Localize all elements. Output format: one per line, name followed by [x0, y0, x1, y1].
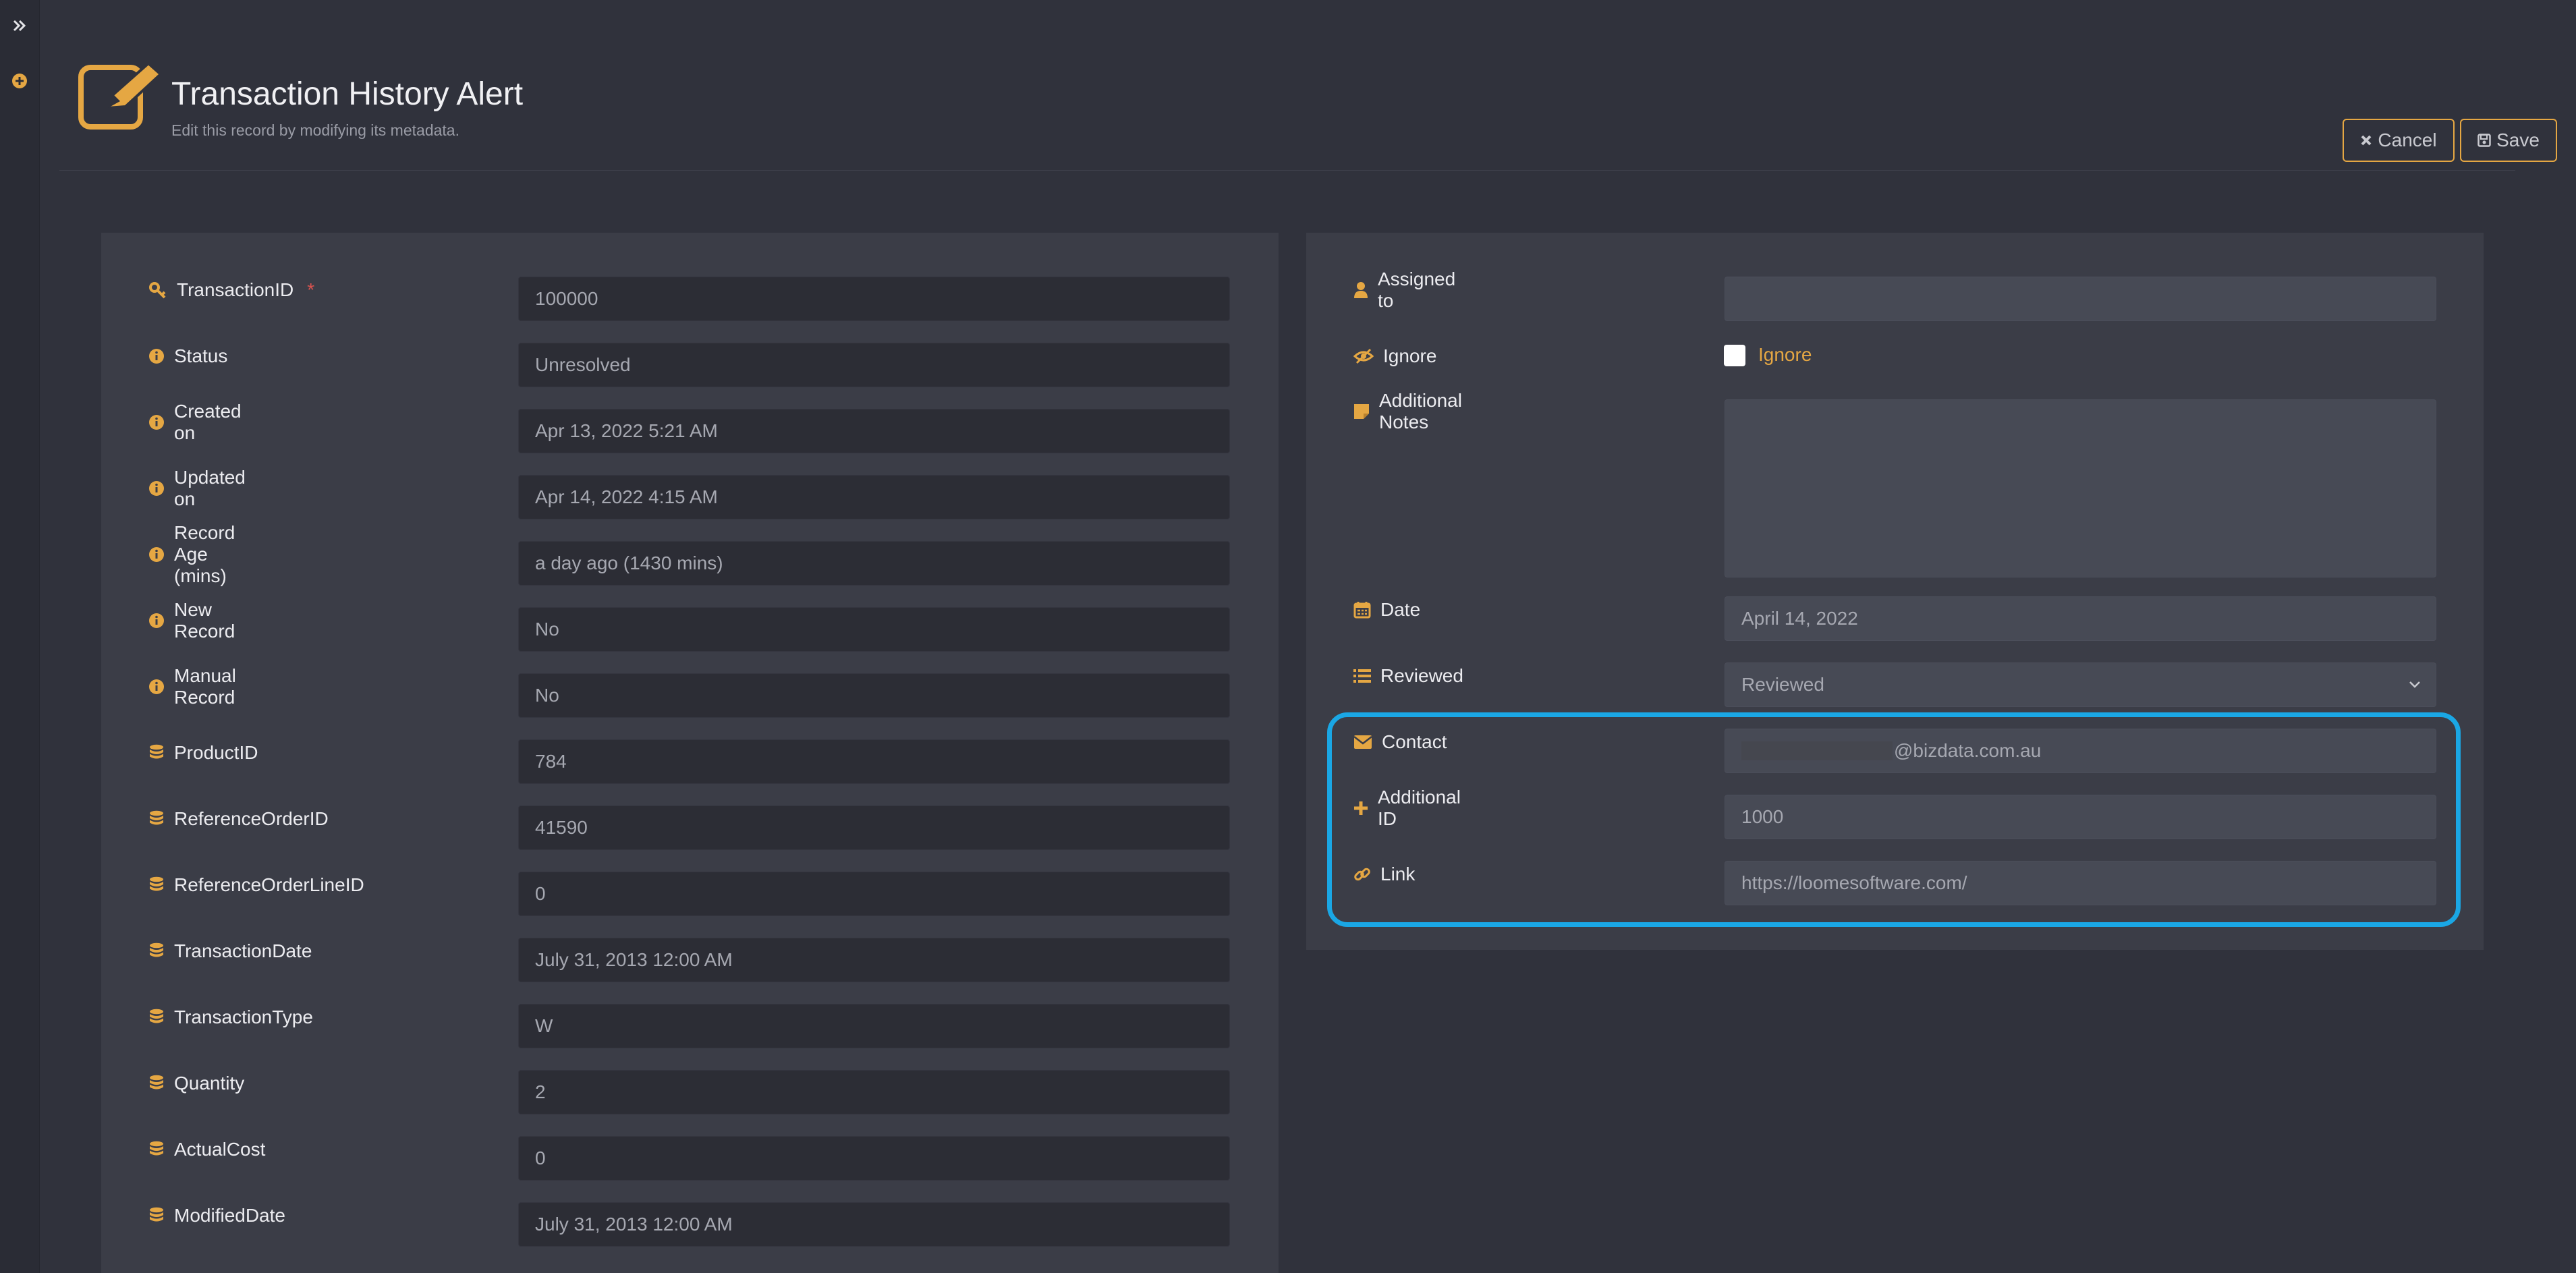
database-icon: [150, 1009, 163, 1023]
assigned-to-label: Assigned to: [1378, 268, 1456, 311]
transactionid-label: TransactionID: [177, 279, 294, 300]
status-label: Status: [174, 345, 228, 366]
transactiondate-input[interactable]: July 31, 2013 12:00 AM: [518, 938, 1230, 982]
save-button-label: Save: [2496, 130, 2540, 150]
database-icon: [150, 876, 163, 891]
database-icon: [150, 810, 163, 825]
actualcost-label: ActualCost: [174, 1139, 266, 1160]
status-input[interactable]: Unresolved: [518, 343, 1230, 387]
link-input[interactable]: https://loomesoftware.com/: [1725, 861, 2436, 905]
info-icon: [149, 679, 164, 694]
reviewed-label: Reviewed: [1380, 665, 1463, 686]
productid-input[interactable]: 784: [518, 739, 1230, 784]
new-record-input[interactable]: No: [518, 607, 1230, 652]
productid-label: ProductID: [174, 742, 258, 763]
double-chevron-right-icon[interactable]: [9, 15, 30, 36]
user-icon: [1354, 282, 1368, 298]
database-icon: [150, 1141, 163, 1156]
edit-pencil-icon: [78, 58, 166, 134]
additional-notes-textarea[interactable]: [1725, 399, 2436, 577]
additional-notes-label: Additional Notes: [1379, 390, 1462, 432]
updated-on-label: Updated on: [174, 467, 246, 509]
right-form-panel: [1306, 233, 2484, 950]
additional-id-input[interactable]: 1000: [1725, 795, 2436, 839]
redacted-block: [1741, 741, 1893, 760]
referenceorderid-input[interactable]: 41590: [518, 805, 1230, 850]
record-age-input[interactable]: a day ago (1430 mins): [518, 541, 1230, 586]
date-input[interactable]: April 14, 2022: [1725, 596, 2436, 641]
cancel-button[interactable]: Cancel: [2343, 119, 2455, 162]
page-subtitle: Edit this record by modifying its metada…: [171, 121, 459, 139]
transactiontype-input[interactable]: W: [518, 1004, 1230, 1048]
quantity-input[interactable]: 2: [518, 1070, 1230, 1114]
ignore-label: Ignore: [1383, 345, 1437, 366]
close-icon: [2361, 135, 2372, 146]
transactiontype-label: TransactionType: [174, 1007, 313, 1027]
plus-circle-icon[interactable]: [9, 70, 30, 92]
info-icon: [149, 415, 164, 430]
header-divider: [59, 170, 2515, 171]
info-icon: [149, 481, 164, 496]
transactiondate-label: TransactionDate: [174, 940, 312, 961]
database-icon: [150, 1207, 163, 1222]
transactionid-input[interactable]: 100000: [518, 277, 1230, 321]
referenceorderid-label: ReferenceOrderID: [174, 808, 329, 829]
contact-value: @bizdata.com.au: [1894, 740, 2042, 761]
list-icon: [1353, 669, 1371, 683]
floppy-disk-icon: [2477, 134, 2491, 147]
date-label: Date: [1380, 599, 1421, 620]
assigned-to-input[interactable]: [1725, 277, 2436, 321]
referenceorderlineid-label: ReferenceOrderLineID: [174, 874, 364, 895]
save-button[interactable]: Save: [2460, 119, 2557, 162]
calendar-icon: [1353, 602, 1371, 619]
record-age-label: Record Age (mins): [174, 522, 235, 586]
database-icon: [150, 1075, 163, 1090]
manual-record-label: Manual Record: [174, 665, 236, 708]
modifieddate-label: ModifiedDate: [174, 1205, 285, 1226]
cancel-button-label: Cancel: [2378, 130, 2437, 150]
reviewed-select-value: Reviewed: [1741, 674, 1824, 695]
referenceorderlineid-input[interactable]: 0: [518, 872, 1230, 916]
envelope-icon: [1353, 735, 1372, 749]
modifieddate-input[interactable]: July 31, 2013 12:00 AM: [518, 1202, 1230, 1247]
manual-record-input[interactable]: No: [518, 673, 1230, 718]
info-icon: [149, 547, 164, 562]
page-header: Transaction History Alert Edit this reco…: [59, 54, 2557, 169]
key-icon: [149, 282, 166, 299]
sticky-note-icon: [1354, 404, 1369, 419]
new-record-label: New Record: [174, 599, 235, 642]
ignore-checkbox-label[interactable]: Ignore: [1758, 344, 1812, 366]
sidebar: [0, 0, 40, 1273]
ignore-checkbox[interactable]: [1724, 345, 1745, 366]
reviewed-select[interactable]: Reviewed: [1725, 662, 2436, 707]
created-on-input[interactable]: Apr 13, 2022 5:21 AM: [518, 409, 1230, 453]
created-on-label: Created on: [174, 401, 242, 443]
info-icon: [149, 349, 164, 364]
quantity-label: Quantity: [174, 1073, 245, 1094]
info-icon: [149, 613, 164, 628]
additional-id-label: Additional ID: [1378, 787, 1461, 829]
updated-on-input[interactable]: Apr 14, 2022 4:15 AM: [518, 475, 1230, 519]
page-title: Transaction History Alert: [171, 76, 524, 112]
chevron-down-icon: [2409, 681, 2420, 688]
link-icon: [1354, 868, 1370, 881]
contact-input[interactable]: @bizdata.com.au: [1725, 729, 2436, 773]
link-label: Link: [1380, 864, 1416, 884]
required-mark: *: [307, 279, 315, 300]
plus-icon: [1354, 801, 1368, 815]
eye-slash-icon: [1353, 348, 1374, 364]
contact-label: Contact: [1382, 731, 1447, 752]
database-icon: [150, 942, 163, 957]
database-icon: [150, 744, 163, 759]
actualcost-input[interactable]: 0: [518, 1136, 1230, 1181]
